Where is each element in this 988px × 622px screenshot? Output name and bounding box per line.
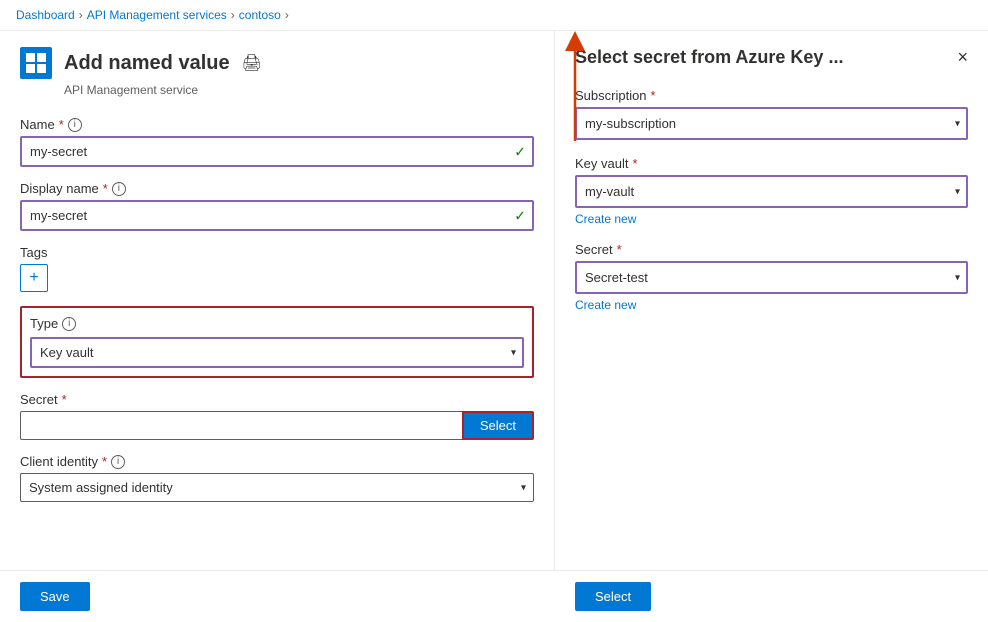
subscription-required: * (651, 88, 656, 103)
type-info-icon[interactable]: i (62, 317, 76, 331)
right-select-button[interactable]: Select (575, 582, 651, 611)
secret-group: Secret * Select (20, 392, 534, 440)
name-info-icon[interactable]: i (68, 118, 82, 132)
type-select-wrapper: Plain Secret Key vault ▾ (30, 337, 524, 368)
breadcrumb-api-management[interactable]: API Management services (87, 8, 227, 22)
key-vault-required: * (632, 156, 637, 171)
name-input[interactable] (20, 136, 534, 167)
page-title: Add named value (64, 52, 230, 75)
select-secret-button[interactable]: Select (462, 411, 534, 440)
client-identity-select[interactable]: System assigned identity User assigned i… (20, 473, 534, 502)
type-group: Type i Plain Secret Key vault ▾ (20, 306, 534, 378)
name-label: Name * i (20, 117, 534, 132)
subscription-label: Subscription * (575, 88, 968, 103)
right-panel: Select secret from Azure Key ... × Subsc… (555, 31, 988, 622)
subscription-select[interactable]: my-subscription (575, 107, 968, 140)
name-required: * (59, 117, 64, 132)
right-bottom-bar: Select (555, 570, 988, 622)
secret-input[interactable] (20, 411, 462, 440)
secret-required: * (62, 392, 67, 407)
display-name-input-wrapper: ✓ (20, 200, 534, 231)
right-secret-required: * (617, 242, 622, 257)
display-name-check-icon: ✓ (514, 207, 526, 224)
add-tag-button[interactable]: + (20, 264, 48, 292)
left-panel: Add named value 🖨 API Management service… (0, 31, 555, 622)
client-identity-label: Client identity * i (20, 454, 534, 469)
subscription-select-wrapper: my-subscription ▾ (575, 107, 968, 140)
breadcrumb-dashboard[interactable]: Dashboard (16, 8, 75, 22)
breadcrumb: Dashboard › API Management services › co… (0, 0, 988, 31)
key-vault-create-new[interactable]: Create new (575, 212, 636, 226)
tags-label: Tags (20, 245, 534, 260)
display-name-group: Display name * i ✓ (20, 181, 534, 231)
name-group: Name * i ✓ (20, 117, 534, 167)
name-input-wrapper: ✓ (20, 136, 534, 167)
right-secret-select[interactable]: Secret-test (575, 261, 968, 294)
left-bottom-bar: Save (0, 570, 555, 622)
page-subtitle: API Management service (64, 83, 534, 97)
tags-group: Tags + (20, 245, 534, 292)
right-secret-group: Secret * Secret-test ▾ Create new (575, 242, 968, 312)
save-button[interactable]: Save (20, 582, 90, 611)
type-select[interactable]: Plain Secret Key vault (30, 337, 524, 368)
display-name-info-icon[interactable]: i (112, 182, 126, 196)
panel-title: Select secret from Azure Key ... (575, 47, 843, 68)
secret-input-row: Select (20, 411, 534, 440)
display-name-label: Display name * i (20, 181, 534, 196)
close-button[interactable]: × (957, 47, 968, 68)
print-icon[interactable]: 🖨 (242, 53, 262, 73)
client-identity-group: Client identity * i System assigned iden… (20, 454, 534, 502)
type-label: Type i (30, 316, 524, 331)
panel-header: Select secret from Azure Key ... × (575, 47, 968, 68)
display-name-required: * (103, 181, 108, 196)
secret-create-new[interactable]: Create new (575, 298, 636, 312)
key-vault-label: Key vault * (575, 156, 968, 171)
right-secret-label: Secret * (575, 242, 968, 257)
display-name-input[interactable] (20, 200, 534, 231)
breadcrumb-contoso[interactable]: contoso (239, 8, 281, 22)
key-vault-select-wrapper: my-vault ▾ (575, 175, 968, 208)
name-check-icon: ✓ (514, 143, 526, 160)
client-identity-select-wrapper: System assigned identity User assigned i… (20, 473, 534, 502)
subscription-group: Subscription * my-subscription ▾ (575, 88, 968, 140)
secret-label: Secret * (20, 392, 534, 407)
right-secret-select-wrapper: Secret-test ▾ (575, 261, 968, 294)
key-vault-group: Key vault * my-vault ▾ Create new (575, 156, 968, 226)
client-identity-info-icon[interactable]: i (111, 455, 125, 469)
key-vault-select[interactable]: my-vault (575, 175, 968, 208)
page-icon (20, 47, 52, 79)
client-identity-required: * (102, 454, 107, 469)
